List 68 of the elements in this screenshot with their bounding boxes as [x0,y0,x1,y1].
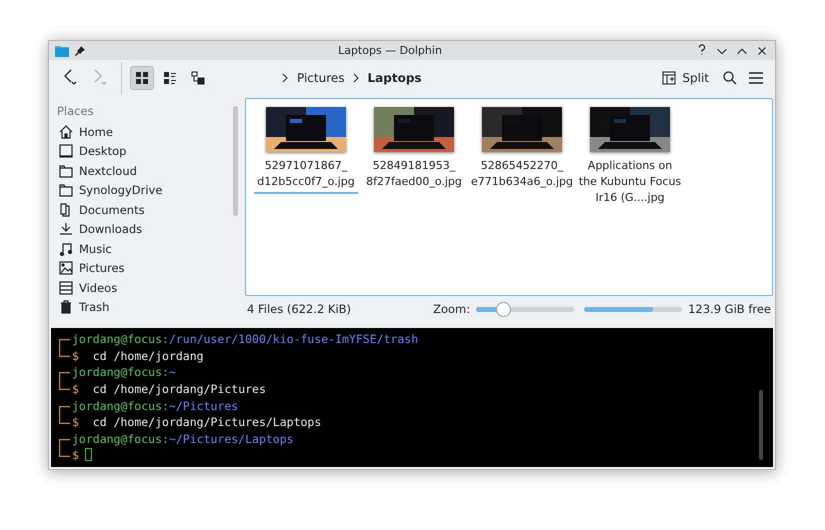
forward-icon [93,67,107,86]
zoom-slider[interactable] [476,302,574,317]
prompt-sign: $ [72,447,79,464]
prompt-path: :~/Pictures/Laptops [162,430,294,448]
places-item[interactable]: Videos [55,278,223,297]
prompt-user: jordang@focus [72,364,162,382]
window-title: Laptops — Dolphin [337,44,443,58]
back-icon [63,67,77,86]
scrollbar-thumb[interactable] [759,390,763,460]
scrollbar-thumb[interactable] [232,106,238,216]
places-item[interactable]: SynologyDrive [55,180,223,200]
prompt-bracket-icon [59,339,70,358]
terminal-panel[interactable] [51,328,773,467]
breadcrumb-link[interactable]: Pictures [297,70,345,86]
house-icon [58,124,74,140]
grid-icon [136,72,148,84]
places-item[interactable]: Desktop [55,142,223,160]
folder-icon [58,162,74,178]
file-item[interactable]: 52971071867_ d12b5cc0f7_o.jpg [254,107,358,194]
free-space-label: 123.9 GiB free [688,302,771,316]
trash-icon [58,299,74,315]
tree-icon [192,72,204,85]
prompt-user: jordang@focus [72,398,162,414]
prompt-path: :~ [162,364,176,382]
menu-icon [749,72,763,84]
music-note-icon [58,240,74,256]
chevron-icon [282,73,289,84]
pin-icon[interactable] [75,46,85,56]
terminal-command: cd /home/jordang/Pictures/Laptops [92,414,322,431]
prompt-path: :~/Pictures [162,398,238,414]
film-icon [58,280,74,296]
chevron-icon [352,73,360,84]
prompt-sign: $ [72,414,79,431]
folder-icon [55,44,69,57]
breadcrumb-link[interactable]: Laptops [368,70,422,86]
places-item[interactable]: Nextcloud [55,161,223,180]
file-summary: 4 Files (622.2 KiB) [247,302,352,316]
prompt-sign: $ [72,348,79,364]
monitor-icon [58,143,74,159]
prompt-user: jordang@focus [72,430,162,448]
places-item[interactable]: Home [55,122,223,141]
places-item[interactable]: Pictures [55,258,223,278]
search-icon [723,71,737,86]
places-item[interactable]: Downloads [55,220,223,238]
prompt-bracket-icon [59,406,70,424]
terminal-command: cd /home/jordang/Pictures [92,381,266,398]
prompt-sign: $ [72,381,79,398]
prompt-user: jordang@focus [72,331,162,348]
file-item[interactable]: 52849181953_ 8f27faed00_o.jpg [362,107,466,194]
image-icon [58,260,74,276]
text-cursor [84,448,92,462]
places-heading: Places [56,104,95,120]
places-item[interactable]: Music [55,239,223,258]
split-button[interactable]: Split [656,70,715,86]
download-icon [58,221,74,237]
folder-icon [58,182,74,198]
file-item[interactable]: Applications on the Kubuntu Focus Ir16 (G....jpg [578,107,682,210]
prompt-bracket-icon [59,372,70,390]
places-item[interactable]: Documents [55,200,223,219]
split-view-icon [662,71,676,86]
prompt-path: :/run/user/1000/kio-fuse-ImYFSE/trash [162,331,418,348]
places-item[interactable]: Trash [55,298,223,316]
view-mode-button[interactable] [130,66,154,90]
list-icon [164,72,176,84]
terminal-command: cd /home/jordang [92,348,204,364]
file-item[interactable]: 52865452270_ e771b634a6_o.jpg [470,107,574,194]
prompt-bracket-icon [59,438,70,457]
zoom-label: Zoom: [433,302,470,316]
